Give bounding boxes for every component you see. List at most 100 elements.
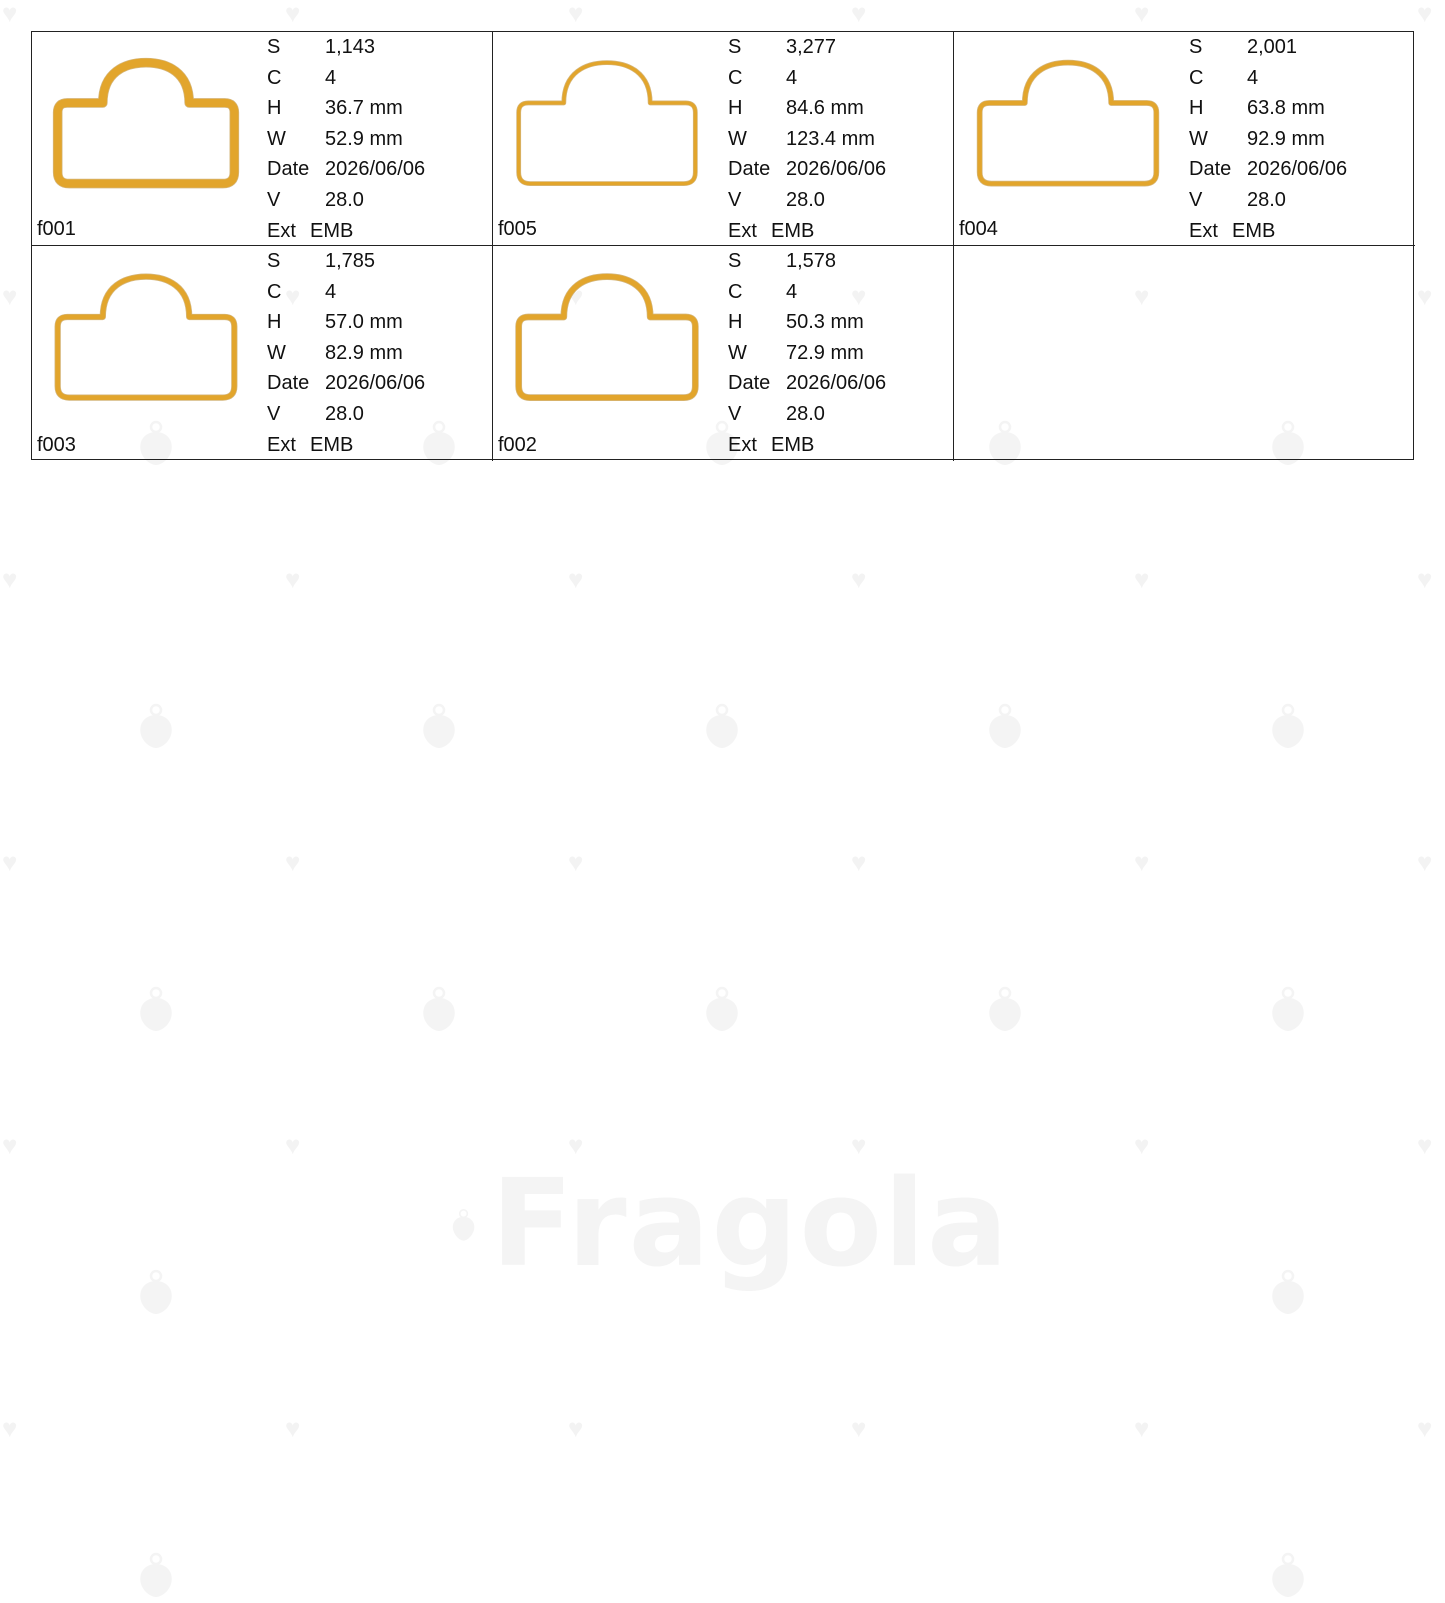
spec-value: 2026/06/06 bbox=[786, 372, 887, 395]
heart-icon: ♥ bbox=[285, 564, 301, 594]
heart-icon: ♥ bbox=[568, 0, 584, 28]
spec-label: S bbox=[728, 36, 742, 58]
heart-icon: ♥ bbox=[1417, 281, 1433, 311]
frame-shadow bbox=[515, 273, 699, 401]
heart-icon: ♥ bbox=[1417, 0, 1433, 28]
heart-icon: ♥ bbox=[1134, 564, 1150, 594]
spec-extension: Ext EMB bbox=[1189, 216, 1409, 247]
spec-value: EMB bbox=[1232, 219, 1276, 242]
spec-label: W bbox=[267, 127, 286, 150]
spec-label: Ext bbox=[267, 433, 296, 456]
spec-extension: Ext EMB bbox=[728, 216, 948, 247]
design-specs: S 1,578 C4 H 50.3 mm W 72.9 mm Date 2026/06/… bbox=[728, 246, 948, 460]
spec-date: Date 2026/06/06 bbox=[1189, 154, 1409, 185]
spec-height: H 63.8 mm bbox=[1189, 93, 1409, 124]
spec-value: 4 bbox=[325, 66, 337, 89]
spec-stitches: S 1,578 bbox=[728, 246, 948, 277]
design-specs: S 2,001 C4 H 63.8 mm W 92.9 mm Date 2026/06/… bbox=[1189, 32, 1409, 246]
design-cell[interactable]: f002 S 1,578 C4 H 50.3 mm W 72.9 mm Date 202… bbox=[493, 246, 954, 461]
strawberry-icon bbox=[1268, 1552, 1308, 1598]
spec-width: W 123.4 mm bbox=[728, 124, 948, 155]
heart-icon: ♥ bbox=[2, 281, 18, 311]
design-specs: S 3,277 C4 H 84.6 mm W 123.4 mm Date 2026/06… bbox=[728, 32, 948, 246]
heart-icon: ♥ bbox=[2, 564, 18, 594]
strawberry-icon bbox=[136, 986, 176, 1032]
spec-width: W 92.9 mm bbox=[1189, 124, 1409, 155]
heart-icon: ♥ bbox=[285, 1130, 301, 1160]
design-specs: S 1,785 C4 H 57.0 mm W 82.9 mm Date 2026/06/… bbox=[267, 246, 487, 460]
design-cell[interactable]: f005 S 3,277 C4 H 84.6 mm W 123.4 mm Date 20… bbox=[493, 32, 954, 246]
spec-label: C bbox=[267, 66, 282, 89]
design-thumbnail bbox=[972, 56, 1164, 196]
strawberry-icon bbox=[419, 703, 459, 749]
design-file-name: f003 bbox=[37, 434, 76, 456]
spec-value: 1,578 bbox=[786, 250, 837, 272]
spec-label: C bbox=[267, 280, 282, 303]
heart-icon: ♥ bbox=[851, 0, 867, 28]
strawberry-icon bbox=[136, 1552, 176, 1598]
spec-value: 52.9 mm bbox=[325, 127, 403, 150]
heart-icon: ♥ bbox=[568, 564, 584, 594]
spec-value: 28.0 bbox=[325, 402, 364, 425]
spec-label: V bbox=[728, 402, 742, 425]
design-cell[interactable]: f004 S 2,001 C4 H 63.8 mm W 92.9 mm Date 202… bbox=[954, 32, 1415, 246]
design-catalog-grid: f001 S 1,143 C4 H 36.7 mm W 52.9 mm Date 202… bbox=[31, 31, 1415, 461]
spec-value: 36.7 mm bbox=[325, 97, 403, 120]
spec-value: EMB bbox=[771, 219, 815, 242]
spec-label: V bbox=[1189, 188, 1203, 211]
strawberry-icon bbox=[136, 703, 176, 749]
design-file-name: f001 bbox=[37, 218, 76, 240]
spec-extension: Ext EMB bbox=[267, 430, 487, 461]
spec-value: 50.3 mm bbox=[786, 311, 864, 334]
spec-value: EMB bbox=[310, 219, 354, 242]
spec-label: S bbox=[267, 250, 281, 272]
heart-icon: ♥ bbox=[1134, 0, 1150, 28]
heart-icon: ♥ bbox=[2, 1413, 18, 1443]
spec-extension: Ext EMB bbox=[267, 216, 487, 247]
heart-icon: ♥ bbox=[851, 1413, 867, 1443]
spec-version: V 28.0 bbox=[728, 185, 948, 216]
heart-icon: ♥ bbox=[1134, 1130, 1150, 1160]
design-cell[interactable]: f003 S 1,785 C4 H 57.0 mm W 82.9 mm Date 202… bbox=[32, 246, 493, 461]
design-thumbnail bbox=[50, 270, 242, 410]
spec-version: V 28.0 bbox=[1189, 185, 1409, 216]
heart-icon: ♥ bbox=[1134, 1413, 1150, 1443]
spec-colors: C4 bbox=[728, 63, 948, 94]
spec-label: Ext bbox=[267, 219, 296, 242]
watermark-logo: Fragola bbox=[450, 1150, 1010, 1300]
arch-frame-outline bbox=[516, 60, 698, 186]
strawberry-icon bbox=[1268, 1269, 1308, 1315]
heart-icon: ♥ bbox=[285, 847, 301, 877]
strawberry-icon bbox=[1268, 703, 1308, 749]
spec-label: Date bbox=[1189, 158, 1232, 181]
spec-value: 2026/06/06 bbox=[1247, 158, 1348, 181]
spec-value: 92.9 mm bbox=[1247, 127, 1325, 150]
strawberry-icon bbox=[702, 986, 742, 1032]
arch-frame-outline bbox=[52, 57, 240, 189]
spec-stitches: S 1,143 bbox=[267, 32, 487, 63]
heart-icon: ♥ bbox=[1417, 1413, 1433, 1443]
spec-label: H bbox=[728, 311, 743, 334]
spec-colors: C4 bbox=[267, 63, 487, 94]
spec-value: 4 bbox=[786, 280, 798, 303]
spec-value: 4 bbox=[786, 66, 798, 89]
spec-value: 2026/06/06 bbox=[325, 158, 426, 181]
spec-version: V 28.0 bbox=[267, 185, 487, 216]
spec-label: H bbox=[267, 311, 282, 334]
spec-value: EMB bbox=[310, 433, 354, 456]
strawberry-icon bbox=[452, 1209, 475, 1241]
spec-label: H bbox=[1189, 97, 1204, 120]
design-file-name: f002 bbox=[498, 434, 537, 456]
spec-label: Date bbox=[728, 372, 771, 395]
spec-label: C bbox=[1189, 66, 1204, 89]
spec-height: H 50.3 mm bbox=[728, 307, 948, 338]
watermark-logo-text: Fragola bbox=[491, 1155, 1010, 1294]
strawberry-icon bbox=[1268, 986, 1308, 1032]
heart-icon: ♥ bbox=[2, 0, 18, 28]
spec-height: H 36.7 mm bbox=[267, 93, 487, 124]
spec-label: H bbox=[728, 97, 743, 120]
heart-icon: ♥ bbox=[2, 847, 18, 877]
design-cell[interactable]: f001 S 1,143 C4 H 36.7 mm W 52.9 mm Date 202… bbox=[32, 32, 493, 246]
spec-value: EMB bbox=[771, 433, 815, 456]
spec-width: W 72.9 mm bbox=[728, 338, 948, 369]
